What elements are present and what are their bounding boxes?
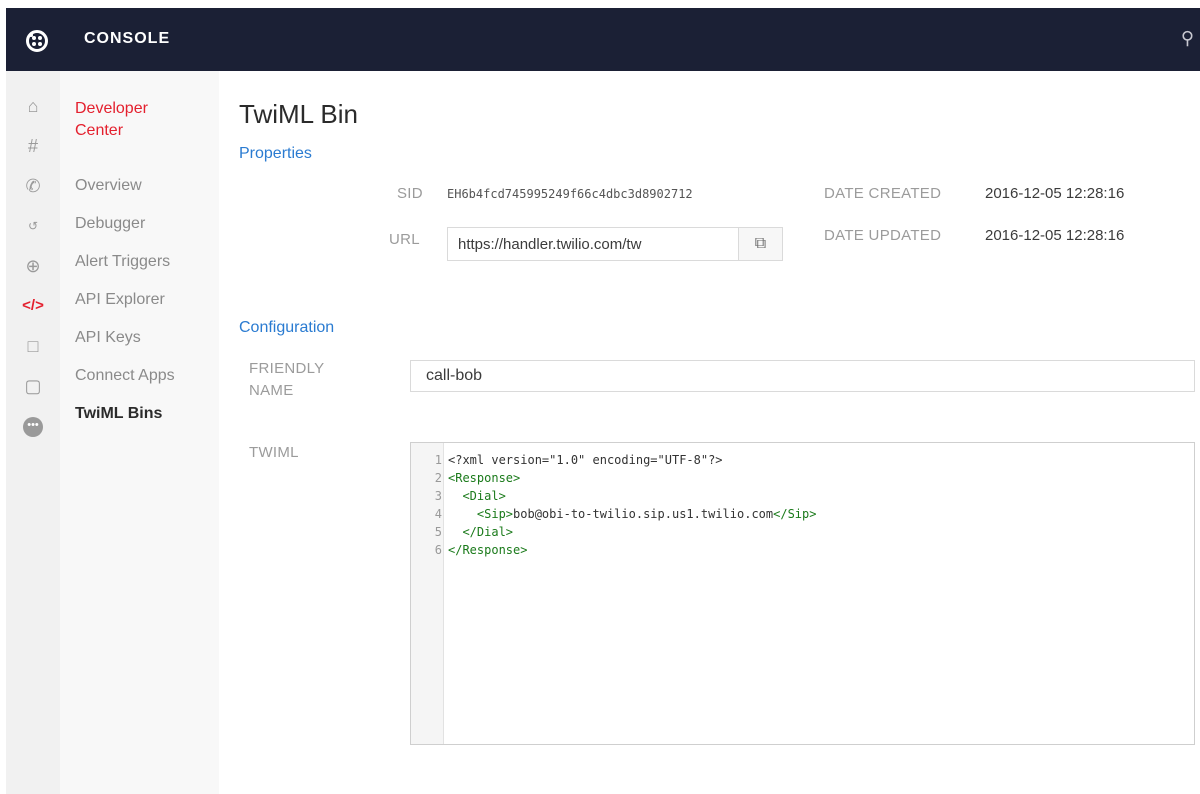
- configuration-heading: Configuration: [239, 319, 335, 336]
- copy-icon[interactable]: ⧉: [738, 228, 782, 260]
- console-title[interactable]: CONSOLE: [84, 30, 170, 48]
- friendly-name-input[interactable]: [410, 360, 1195, 392]
- chat-icon[interactable]: ▢: [6, 371, 60, 401]
- sidebar-item-twiml-bins[interactable]: TwiML Bins: [75, 405, 162, 423]
- twiml-label: TWIML: [249, 444, 299, 461]
- url-label: URL: [389, 231, 420, 248]
- sip-icon[interactable]: ↺: [6, 211, 60, 241]
- code-text[interactable]: <Sip>bob@obi-to-twilio.sip.us1.twilio.co…: [448, 505, 817, 523]
- code-text[interactable]: </Response>: [448, 541, 527, 559]
- code-text[interactable]: <Dial>: [448, 487, 505, 505]
- twilio-logo-icon[interactable]: [26, 30, 48, 52]
- friendly-name-label-line1: FRIENDLY: [249, 360, 325, 377]
- line-number: 6: [434, 543, 442, 557]
- sidebar-item-connect-apps[interactable]: Connect Apps: [75, 367, 175, 385]
- video-icon[interactable]: □: [6, 331, 60, 361]
- line-number: 2: [434, 471, 442, 485]
- sidebar-item-api-keys[interactable]: API Keys: [75, 329, 141, 347]
- developer-center-sidebar: Developer Center Overview Debugger Alert…: [60, 71, 219, 794]
- sidebar-item-debugger[interactable]: Debugger: [75, 215, 145, 233]
- more-icon[interactable]: •••: [6, 411, 60, 441]
- home-icon[interactable]: ⌂: [6, 91, 60, 121]
- line-number: 5: [434, 525, 442, 539]
- date-updated-value: 2016-12-05 12:28:16: [985, 227, 1125, 244]
- date-updated-label: DATE UPDATED: [824, 227, 942, 244]
- date-created-value: 2016-12-05 12:28:16: [985, 185, 1125, 202]
- twiml-code-editor[interactable]: 1 <?xml version="1.0" encoding="UTF-8"?> 2…: [410, 442, 1195, 745]
- code-text[interactable]: </Dial>: [448, 523, 513, 541]
- friendly-name-label-line2: NAME: [249, 382, 294, 399]
- main-content: TwiML Bin Properties SID EH6b4fcd7459952…: [219, 71, 1200, 794]
- page-title: TwiML Bin: [239, 99, 358, 129]
- product-icon-rail: ⌂ # ✆ ↺ ⊕ </> □ ▢ •••: [6, 71, 60, 794]
- url-value[interactable]: https://handler.twilio.com/tw: [458, 236, 736, 253]
- top-bar: CONSOLE ⚲: [6, 8, 1200, 71]
- date-created-label: DATE CREATED: [824, 185, 942, 202]
- url-field[interactable]: https://handler.twilio.com/tw ⧉: [447, 227, 783, 261]
- line-number: 4: [434, 507, 442, 521]
- zoom-search-icon[interactable]: ⊕: [6, 251, 60, 281]
- sidebar-title[interactable]: Developer Center: [75, 98, 195, 142]
- line-number: 3: [434, 489, 442, 503]
- sidebar-item-overview[interactable]: Overview: [75, 177, 142, 195]
- phone-icon[interactable]: ✆: [6, 171, 60, 201]
- code-text[interactable]: <Response>: [448, 469, 520, 487]
- search-icon[interactable]: ⚲: [1181, 28, 1194, 49]
- properties-heading: Properties: [239, 145, 312, 162]
- sidebar-item-alert-triggers[interactable]: Alert Triggers: [75, 253, 170, 271]
- sidebar-item-api-explorer[interactable]: API Explorer: [75, 291, 165, 309]
- code-icon[interactable]: </>: [6, 291, 60, 321]
- code-text[interactable]: <?xml version="1.0" encoding="UTF-8"?>: [448, 451, 723, 469]
- line-number: 1: [434, 453, 442, 467]
- sid-value: EH6b4fcd745995249f66c4dbc3d8902712: [447, 187, 693, 201]
- hash-icon[interactable]: #: [6, 131, 60, 161]
- sid-label: SID: [397, 185, 423, 202]
